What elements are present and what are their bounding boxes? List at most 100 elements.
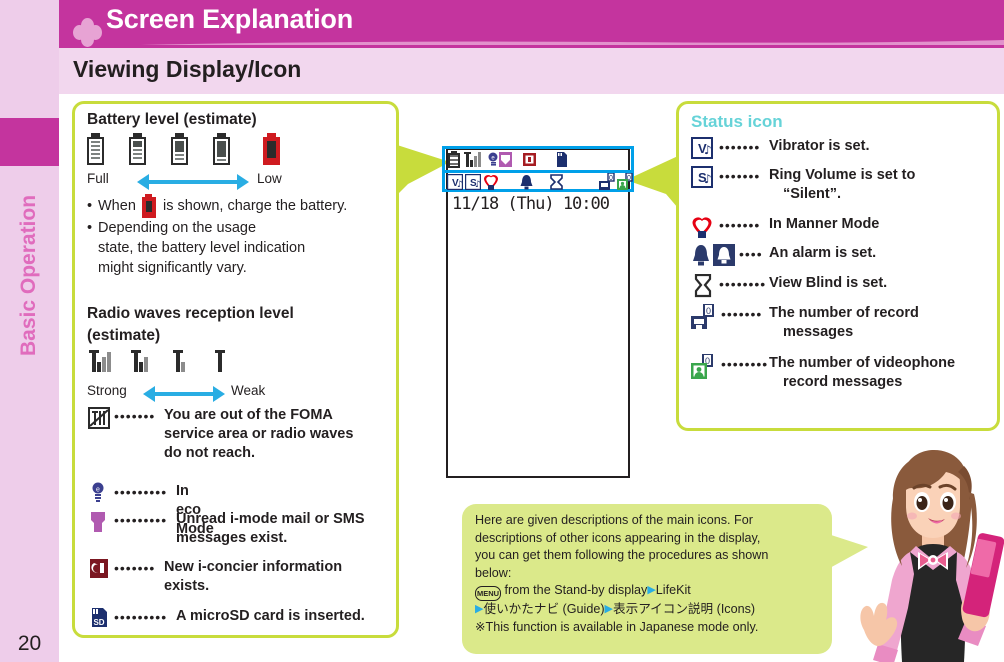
status-row-2: V ♪ S ♪ 0 0	[447, 173, 633, 192]
videophone-record-message-icon: 0	[691, 354, 713, 379]
view-blind-icon	[694, 274, 712, 298]
item-line: In Manner Mode	[769, 216, 880, 232]
item-line: New i-concier information	[164, 559, 343, 575]
record-message-icon: 0	[599, 173, 615, 190]
signal-scale-start-label: Strong	[87, 383, 127, 398]
item-line: messages exist.	[176, 530, 288, 546]
antenna-icon	[464, 152, 481, 167]
svg-text:0: 0	[706, 306, 711, 316]
microsd-card-icon	[557, 152, 567, 167]
guide-character-illustration	[860, 450, 1004, 662]
leader-dots: •••••••	[719, 217, 761, 233]
battery-icon-low	[263, 133, 280, 165]
vibrator-icon: V ♪	[691, 137, 713, 159]
alarm-bell-icon	[693, 245, 709, 266]
callout-guide-item: 使いかたナビ (Guide)	[483, 602, 605, 617]
vibrator-icon: V ♪	[447, 174, 463, 190]
leader-dots: •••••••	[719, 168, 761, 184]
item-line: Ring Volume is set to	[769, 167, 916, 183]
battery-section-title: Battery level (estimate)	[87, 111, 257, 128]
item-line: The number of record	[769, 305, 919, 321]
page-title: Screen Explanation	[106, 4, 353, 34]
bullet1-suffix: is shown, charge the battery.	[163, 198, 348, 214]
battery-icon-50	[171, 133, 188, 165]
phone-display-mockup: 11/18 (Thu) 10:00	[446, 148, 630, 478]
antenna-icon-strong	[89, 350, 111, 372]
section-header: Viewing Display/Icon	[59, 48, 1004, 94]
battery-icon	[448, 151, 460, 168]
callout-line-3: you can get them following the procedure…	[475, 548, 769, 563]
out-of-service-area-icon	[88, 407, 110, 429]
leader-dots: •••••••••	[114, 512, 168, 528]
manner-mode-heart-icon	[484, 175, 498, 190]
unread-mail-icon	[91, 512, 105, 532]
battery-scale-arrow	[137, 174, 249, 190]
page-header: Screen Explanation	[59, 0, 1004, 48]
videophone-record-icon: 0	[617, 173, 633, 190]
callout-line-6: ▶使いかたナビ (Guide)▶表示アイコン説明 (Icons)	[475, 601, 823, 619]
callout-line-1: Here are given descriptions of the main …	[475, 513, 753, 527]
svg-text:0: 0	[609, 175, 613, 182]
callout-icons-item: 表示アイコン説明 (Icons)	[613, 602, 756, 617]
battery-and-signal-panel: Battery level (estimate) Full Low • When…	[72, 101, 399, 638]
microsd-card-icon: SD	[92, 608, 107, 627]
status-icon-panel: Status icon V ♪ ••••••• Vibrator is set.…	[676, 101, 1000, 431]
leader-dots: ••••••••	[719, 276, 767, 292]
leader-dots: •••••••	[721, 306, 763, 322]
item-line: An alarm is set.	[769, 245, 877, 261]
leader-dots: •••••••	[114, 408, 156, 424]
item-line: View Blind is set.	[769, 275, 888, 291]
callout-lifekit-item: LifeKit	[655, 583, 691, 598]
callout-line-5-text: from the Stand-by display	[501, 583, 648, 598]
chapter-sidebar: Basic Operation 20	[0, 0, 59, 662]
status-row-1: e	[447, 150, 629, 169]
signal-level-icons	[87, 348, 387, 380]
bullet2-line2: state, the battery level indication	[98, 240, 306, 256]
triangle-marker-icon: ▶	[604, 603, 613, 616]
silent-ring-volume-icon: S ♪	[465, 174, 481, 190]
item-line: Vibrator is set.	[769, 138, 870, 154]
svg-text:SD: SD	[93, 618, 104, 627]
header-swoosh-decoration	[59, 36, 1004, 45]
chapter-marker-block	[0, 118, 59, 166]
page-number: 20	[17, 632, 42, 655]
item-line: exists.	[164, 578, 210, 594]
item-line: messages	[783, 324, 854, 340]
info-callout: Here are given descriptions of the main …	[462, 504, 832, 654]
alarm-bell-filled-icon	[713, 244, 735, 266]
antenna-icon-weak	[173, 350, 185, 372]
manner-mode-heart-icon	[692, 217, 712, 238]
svg-text:♪: ♪	[475, 180, 481, 190]
leader-dots: ••••	[739, 246, 763, 262]
view-blind-icon	[550, 174, 563, 190]
leader-dots: •••••••	[114, 560, 156, 576]
svg-text:♪: ♪	[704, 143, 712, 157]
antenna-icon-medium	[131, 350, 148, 372]
battery-icon-full	[87, 133, 104, 165]
bullet2-line1: Depending on the usage	[98, 220, 257, 236]
alarm-bell-icon	[520, 175, 533, 190]
callout-body: Here are given descriptions of the main …	[475, 512, 823, 637]
radio-section-title-line1: Radio waves reception level	[87, 305, 294, 322]
status-icon-panel-heading: Status icon	[691, 112, 783, 131]
radio-section-title-line2: (estimate)	[87, 327, 161, 344]
item-line: record messages	[783, 374, 903, 390]
signal-scale-arrow	[143, 386, 225, 402]
leader-dots: ••••••••	[721, 356, 769, 372]
phone-datetime: 11/18 (Thu) 10:00	[452, 194, 610, 214]
callout-line-4: below:	[475, 565, 512, 580]
item-line: A microSD card is inserted.	[176, 608, 365, 624]
item-line: You are out of the FOMA	[164, 407, 333, 423]
svg-text:♪: ♪	[457, 180, 463, 190]
battery-scale-end-label: Low	[257, 171, 282, 186]
leader-dots: •••••••	[719, 139, 761, 155]
callout-line-7: ※This function is available in Japanese …	[475, 619, 759, 634]
item-line: service area or radio waves	[164, 426, 354, 442]
eco-mode-icon: e	[92, 482, 104, 502]
item-line: Unread i-mode mail or SMS	[176, 511, 365, 527]
leader-dots: •••••••••	[114, 484, 168, 500]
svg-text:♪: ♪	[704, 172, 712, 186]
menu-key-glyph: MENU	[475, 586, 501, 602]
bullet2-line3: might significantly vary.	[98, 260, 247, 276]
bullet1-prefix: When	[98, 198, 136, 214]
